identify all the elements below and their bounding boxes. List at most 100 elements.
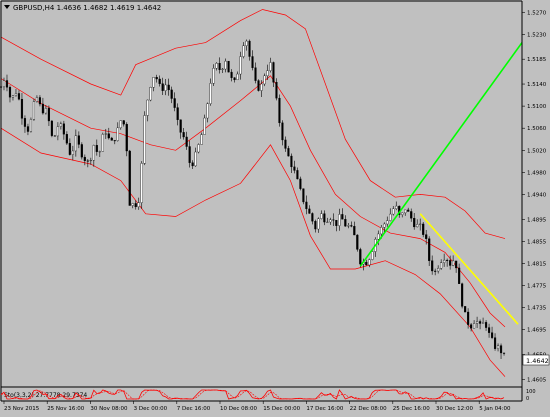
candle-body xyxy=(38,97,42,105)
indicator-scale-bottom: 0 xyxy=(526,396,529,402)
candle-body xyxy=(359,249,362,265)
candle-body xyxy=(236,73,239,81)
candle-body xyxy=(101,134,104,152)
candle-body xyxy=(290,155,293,168)
candle-body xyxy=(251,56,254,68)
candle-body xyxy=(14,93,18,96)
candle-body xyxy=(239,56,242,75)
candle-body xyxy=(218,63,221,70)
candle-body xyxy=(47,108,50,122)
candle-body xyxy=(173,98,176,108)
candle-body xyxy=(83,156,86,161)
candle-body xyxy=(479,321,482,324)
candle-body xyxy=(23,118,27,127)
candle-body xyxy=(110,137,113,141)
candle-body xyxy=(281,122,284,141)
candle-body xyxy=(419,223,422,225)
candle-body xyxy=(203,117,206,135)
price-tick-label: 1.5270 xyxy=(527,10,547,16)
chart-window[interactable]: GBPUSD,H4 1.4636 1.4682 1.4619 1.4642 1.… xyxy=(0,0,550,413)
time-tick-label: 22 Dec 08:00 xyxy=(350,406,387,412)
indicator-scale-top: 100 xyxy=(526,389,536,395)
candle-body xyxy=(323,213,326,223)
price-tick-label: 1.5060 xyxy=(527,126,547,132)
candle-body xyxy=(206,103,209,119)
candle-body xyxy=(128,150,131,206)
price-tick-label: 1.4895 xyxy=(527,217,547,223)
candle-body xyxy=(377,233,380,240)
candle-body xyxy=(8,87,12,98)
candle-body xyxy=(392,208,395,215)
candle-body xyxy=(104,133,107,135)
candle-body xyxy=(502,352,506,354)
candle-body xyxy=(428,238,431,261)
candle-body xyxy=(35,97,39,102)
price-tick-label: 1.5230 xyxy=(527,32,547,38)
time-tick-label: 15 Dec 00:00 xyxy=(263,406,300,412)
candle-body xyxy=(326,221,329,223)
candle-body xyxy=(344,219,347,227)
candle-body xyxy=(272,62,275,83)
candle-body xyxy=(434,270,437,272)
candle-body xyxy=(499,345,503,354)
candle-body xyxy=(416,224,419,228)
candle-body xyxy=(155,77,158,80)
time-tick-label: 23 Nov 2015 xyxy=(4,406,40,412)
candle-body xyxy=(233,77,236,81)
candle-body xyxy=(481,322,485,324)
price-tick-label: 1.5020 xyxy=(527,148,547,154)
candle-body xyxy=(254,67,257,81)
candle-body xyxy=(119,120,122,129)
time-tick-label: 10 Dec 08:00 xyxy=(220,406,257,412)
candle-body xyxy=(71,150,74,155)
candle-body xyxy=(422,223,425,235)
candle-body xyxy=(32,101,36,120)
candle-body xyxy=(329,219,332,223)
candle-body xyxy=(20,99,24,119)
candle-body xyxy=(179,119,182,133)
candle-body xyxy=(437,268,440,272)
price-chart[interactable]: GBPUSD,H4 1.4636 1.4682 1.4619 1.4642 1.… xyxy=(0,0,550,413)
candle-body xyxy=(41,103,44,114)
candle-body xyxy=(221,68,224,70)
candle-body xyxy=(167,84,170,91)
candle-body xyxy=(308,208,311,214)
price-tick-label: 1.4775 xyxy=(527,284,547,290)
current-price-label: 1.4642 xyxy=(526,357,549,365)
candle-body xyxy=(287,148,290,157)
candle-body xyxy=(386,220,389,225)
candle-body xyxy=(182,132,185,138)
candle-body xyxy=(284,139,287,149)
price-tick-label: 1.4940 xyxy=(527,192,547,198)
candle-body xyxy=(185,136,188,147)
chart-title: GBPUSD,H4 1.4636 1.4682 1.4619 1.4642 xyxy=(4,4,161,12)
candle-body xyxy=(461,283,464,307)
candle-body xyxy=(455,260,458,269)
candle-body xyxy=(278,97,281,124)
candle-body xyxy=(401,212,404,215)
candle-body xyxy=(320,213,323,219)
candle-body xyxy=(314,221,317,230)
candle-body xyxy=(449,260,452,266)
candle-body xyxy=(341,214,344,220)
candle-body xyxy=(383,223,386,228)
candle-body xyxy=(89,159,92,162)
candle-body xyxy=(152,77,155,88)
chart-background xyxy=(0,0,550,413)
candle-body xyxy=(161,83,164,91)
price-tick-label: 1.5100 xyxy=(527,104,547,110)
candle-body xyxy=(92,145,95,161)
candle-body xyxy=(389,213,392,221)
candle-body xyxy=(62,123,65,135)
candle-body xyxy=(44,108,47,114)
candle-body xyxy=(11,95,15,98)
candle-body xyxy=(95,145,98,152)
candle-body xyxy=(347,225,350,227)
candle-body xyxy=(113,140,116,142)
candle-body xyxy=(496,345,500,349)
time-tick-label: 17 Dec 16:00 xyxy=(306,406,343,412)
candle-body xyxy=(158,78,161,84)
candle-body xyxy=(317,218,320,230)
candle-body xyxy=(188,146,191,163)
candle-body xyxy=(107,133,110,139)
